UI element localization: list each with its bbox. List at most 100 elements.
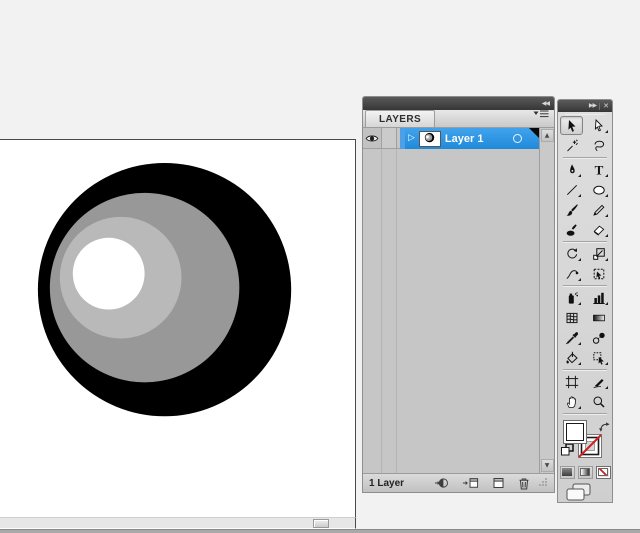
layers-tab-label: LAYERS (379, 114, 421, 125)
tab-layers[interactable]: LAYERS (365, 110, 435, 127)
tool-group-divider (563, 157, 607, 159)
clipping-mask-icon (434, 477, 449, 489)
direct-selection-tool[interactable] (585, 116, 612, 136)
layers-panel-titlebar: ◀◀ (363, 97, 554, 110)
type-tool[interactable]: T (585, 160, 612, 180)
window-bottom-edge (0, 529, 640, 533)
trash-icon (518, 477, 530, 490)
slice-tool[interactable] (585, 372, 612, 392)
artboard-canvas[interactable] (0, 139, 356, 517)
selection-tool[interactable] (558, 116, 585, 136)
line-segment-tool[interactable] (558, 180, 585, 200)
white-highlight-circle[interactable] (73, 238, 145, 310)
line-segment-icon (565, 183, 579, 197)
paint-mode-buttons (558, 464, 612, 480)
artboard-icon (565, 375, 579, 389)
panel-resize-grip[interactable] (538, 474, 548, 492)
new-layer-icon (492, 477, 505, 489)
zoom-tool[interactable] (585, 392, 612, 412)
blend-tool[interactable] (585, 328, 612, 348)
scale-icon (592, 247, 606, 261)
scroll-up-button[interactable]: ▲ (541, 129, 554, 142)
paint-color-button[interactable] (560, 466, 575, 479)
horizontal-scrollbar-thumb[interactable] (313, 519, 329, 528)
paintbrush-icon (565, 203, 579, 217)
close-panel-icon[interactable]: ✕ (603, 103, 609, 110)
magic-wand-icon (565, 139, 579, 153)
graph-icon (592, 291, 606, 305)
panel-menu-icon (533, 109, 549, 119)
type-icon: T (592, 163, 606, 177)
layer-disclosure-triangle[interactable]: ▷ (408, 134, 415, 143)
layers-list-empty-area[interactable] (363, 149, 539, 473)
paint-none-icon (598, 468, 608, 476)
delete-selection-button[interactable] (518, 477, 530, 490)
tool-row (558, 220, 612, 240)
tool-row (558, 372, 612, 392)
scroll-down-button[interactable]: ▼ (541, 459, 554, 472)
graph-tool[interactable] (585, 288, 612, 308)
layer-target-circle[interactable] (513, 134, 522, 143)
layer-name-label[interactable]: Layer 1 (445, 133, 484, 145)
change-screen-mode-button[interactable] (565, 483, 593, 503)
live-paint-bucket-tool[interactable] (558, 348, 585, 368)
layer-row[interactable]: ▷ Layer 1 (363, 128, 539, 149)
layer-lock-toggle[interactable] (382, 128, 397, 149)
eraser-tool[interactable] (585, 220, 612, 240)
warp-tool[interactable] (558, 264, 585, 284)
paint-none-button[interactable] (596, 466, 611, 479)
paint-color-icon (562, 468, 572, 476)
artboard-tool[interactable] (558, 372, 585, 392)
lasso-icon (592, 139, 606, 153)
gradient-tool[interactable] (585, 308, 612, 328)
free-transform-tool[interactable] (585, 264, 612, 284)
rotate-tool[interactable] (558, 244, 585, 264)
hand-tool[interactable] (558, 392, 585, 412)
layer-visibility-toggle[interactable] (363, 128, 382, 149)
layer-thumbnail[interactable] (419, 131, 441, 147)
symbol-sprayer-icon (565, 291, 579, 305)
eyedropper-tool[interactable] (558, 328, 585, 348)
layers-vertical-scrollbar[interactable]: ▲ ▼ (539, 128, 554, 473)
default-fill-stroke-button[interactable] (561, 443, 574, 461)
hand-icon (565, 395, 579, 409)
gradient-icon (592, 311, 606, 325)
magic-wand-tool[interactable] (558, 136, 585, 156)
fill-swatch[interactable] (563, 420, 587, 444)
tool-row (558, 180, 612, 200)
lasso-tool[interactable] (585, 136, 612, 156)
tools-panel: ▶▶ ✕ T (557, 99, 613, 503)
pen-tool[interactable] (558, 160, 585, 180)
blob-brush-tool[interactable] (558, 220, 585, 240)
create-new-layer-button[interactable] (492, 477, 505, 489)
pencil-tool[interactable] (585, 200, 612, 220)
free-transform-icon (592, 267, 606, 281)
layer-count-label: 1 Layer (369, 478, 404, 489)
tool-row (558, 264, 612, 284)
tool-row: T (558, 160, 612, 180)
layer-row-body[interactable]: ▷ Layer 1 (405, 128, 539, 149)
symbol-sprayer-tool[interactable] (558, 288, 585, 308)
scale-tool[interactable] (585, 244, 612, 264)
make-clipping-mask-button[interactable] (434, 477, 449, 489)
warp-icon (565, 267, 579, 281)
layers-panel: ◀◀ LAYERS (362, 96, 555, 493)
panel-menu-button[interactable] (533, 106, 549, 124)
tool-grid: T (558, 116, 612, 416)
pen-icon (565, 163, 579, 177)
paintbrush-tool[interactable] (558, 200, 585, 220)
expand-dock-icon[interactable]: ▶▶ (589, 103, 596, 109)
ellipse-tool[interactable] (585, 180, 612, 200)
tool-group-divider (563, 241, 607, 243)
create-new-sublayer-button[interactable] (462, 477, 479, 489)
tool-group-divider (563, 285, 607, 287)
paint-gradient-button[interactable] (578, 466, 593, 479)
horizontal-scrollbar[interactable] (0, 517, 356, 529)
layers-panel-tabbar: LAYERS (363, 110, 554, 128)
new-sublayer-icon (462, 477, 479, 489)
live-paint-selection-tool[interactable] (585, 348, 612, 368)
eyedropper-icon (565, 331, 579, 345)
mesh-tool[interactable] (558, 308, 585, 328)
panel-drag-grip[interactable] (565, 114, 605, 115)
blend-icon (592, 331, 606, 345)
